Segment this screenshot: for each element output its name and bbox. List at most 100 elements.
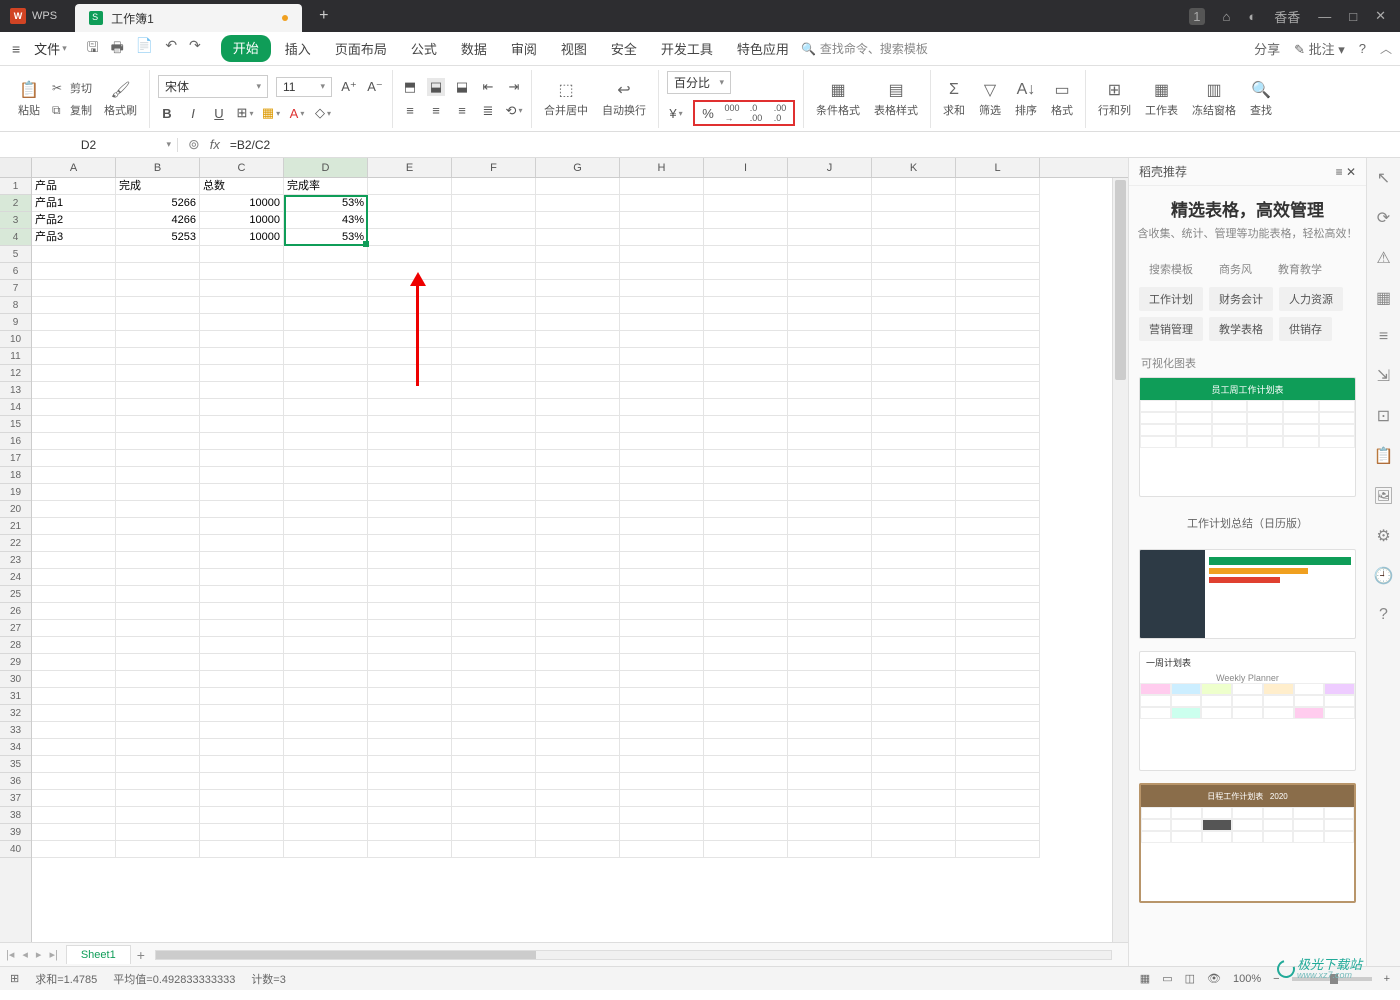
cell[interactable] (872, 824, 956, 841)
col-header[interactable]: C (200, 158, 284, 177)
undo-icon[interactable]: ↶ (165, 37, 177, 61)
cell[interactable] (284, 705, 368, 722)
cell[interactable] (704, 569, 788, 586)
row-header[interactable]: 17 (0, 450, 31, 467)
panel-menu-icon[interactable]: ≡ (1336, 165, 1343, 179)
number-format-select[interactable]: 百分比▾ (667, 71, 731, 94)
cell[interactable] (452, 280, 536, 297)
cell[interactable] (536, 637, 620, 654)
row-header[interactable]: 12 (0, 365, 31, 382)
cell[interactable] (536, 229, 620, 246)
cell[interactable] (704, 637, 788, 654)
cell[interactable] (32, 331, 116, 348)
row-header[interactable]: 18 (0, 467, 31, 484)
cell[interactable] (200, 552, 284, 569)
cell[interactable] (116, 399, 200, 416)
cell[interactable] (788, 365, 872, 382)
save-icon[interactable]: 🖫 (87, 37, 99, 61)
cell[interactable] (788, 263, 872, 280)
cell[interactable] (956, 331, 1040, 348)
cell[interactable] (32, 671, 116, 688)
merge-center-button[interactable]: ⬚合并居中 (540, 78, 592, 120)
cell[interactable] (200, 790, 284, 807)
cell[interactable] (32, 824, 116, 841)
cell[interactable] (788, 722, 872, 739)
copy-button[interactable]: ⧉复制 (50, 101, 94, 119)
sum-button[interactable]: Σ求和 (939, 78, 969, 120)
cell[interactable] (620, 671, 704, 688)
image-icon[interactable]: 🖼 (1373, 486, 1393, 506)
cell[interactable]: 完成率 (284, 178, 368, 195)
cell[interactable] (704, 297, 788, 314)
cell[interactable] (284, 416, 368, 433)
cell[interactable] (116, 518, 200, 535)
cell[interactable] (872, 586, 956, 603)
cell[interactable] (32, 450, 116, 467)
close-button[interactable]: ✕ (1375, 8, 1386, 24)
cell[interactable] (116, 756, 200, 773)
cell[interactable] (872, 773, 956, 790)
cell[interactable] (704, 841, 788, 858)
cell[interactable] (284, 569, 368, 586)
cell[interactable] (284, 620, 368, 637)
cell[interactable] (200, 637, 284, 654)
cell[interactable] (620, 246, 704, 263)
cell[interactable] (368, 467, 452, 484)
cell[interactable] (284, 450, 368, 467)
row-header[interactable]: 32 (0, 705, 31, 722)
cell[interactable] (788, 518, 872, 535)
cell[interactable] (368, 722, 452, 739)
cell[interactable] (116, 824, 200, 841)
cell[interactable] (788, 314, 872, 331)
cell[interactable] (788, 705, 872, 722)
cell[interactable] (620, 807, 704, 824)
cell[interactable] (704, 501, 788, 518)
view-split-icon[interactable]: ◫ (1185, 972, 1195, 985)
cell[interactable] (872, 705, 956, 722)
cell[interactable] (956, 603, 1040, 620)
tab-page-layout[interactable]: 页面布局 (325, 35, 397, 62)
cell[interactable] (620, 535, 704, 552)
cell[interactable]: 10000 (200, 195, 284, 212)
cell[interactable] (872, 603, 956, 620)
cell[interactable] (704, 314, 788, 331)
cell[interactable] (452, 739, 536, 756)
cell[interactable] (704, 603, 788, 620)
cell[interactable] (116, 535, 200, 552)
cell[interactable] (116, 790, 200, 807)
cell[interactable] (368, 484, 452, 501)
cell[interactable]: 10000 (200, 229, 284, 246)
cell[interactable] (620, 467, 704, 484)
increase-font-icon[interactable]: A⁺ (340, 78, 358, 96)
row-header[interactable]: 33 (0, 722, 31, 739)
cell[interactable] (368, 382, 452, 399)
cell[interactable] (872, 467, 956, 484)
cell[interactable] (116, 705, 200, 722)
panel-close-icon[interactable]: ✕ (1346, 165, 1356, 179)
cell[interactable] (368, 229, 452, 246)
command-search[interactable]: 🔍 查找命令、搜索模板 (801, 40, 928, 57)
select-tool-icon[interactable]: ↖ (1377, 168, 1390, 188)
cell[interactable] (452, 246, 536, 263)
indent-right-icon[interactable]: ⇥ (505, 78, 523, 96)
cell[interactable] (284, 824, 368, 841)
cell[interactable] (32, 314, 116, 331)
cell[interactable] (452, 178, 536, 195)
cell[interactable] (368, 688, 452, 705)
cell[interactable] (284, 603, 368, 620)
cell[interactable] (536, 365, 620, 382)
cell[interactable] (200, 518, 284, 535)
row-header[interactable]: 15 (0, 416, 31, 433)
cell[interactable] (956, 450, 1040, 467)
cell[interactable] (200, 246, 284, 263)
tab-start[interactable]: 开始 (221, 35, 271, 62)
col-header[interactable]: G (536, 158, 620, 177)
cell[interactable] (116, 501, 200, 518)
cell[interactable] (872, 450, 956, 467)
cell[interactable] (704, 195, 788, 212)
cell[interactable] (200, 756, 284, 773)
cell[interactable] (368, 620, 452, 637)
cell[interactable] (200, 603, 284, 620)
tag[interactable]: 商务风 (1209, 257, 1262, 281)
cell[interactable] (200, 671, 284, 688)
